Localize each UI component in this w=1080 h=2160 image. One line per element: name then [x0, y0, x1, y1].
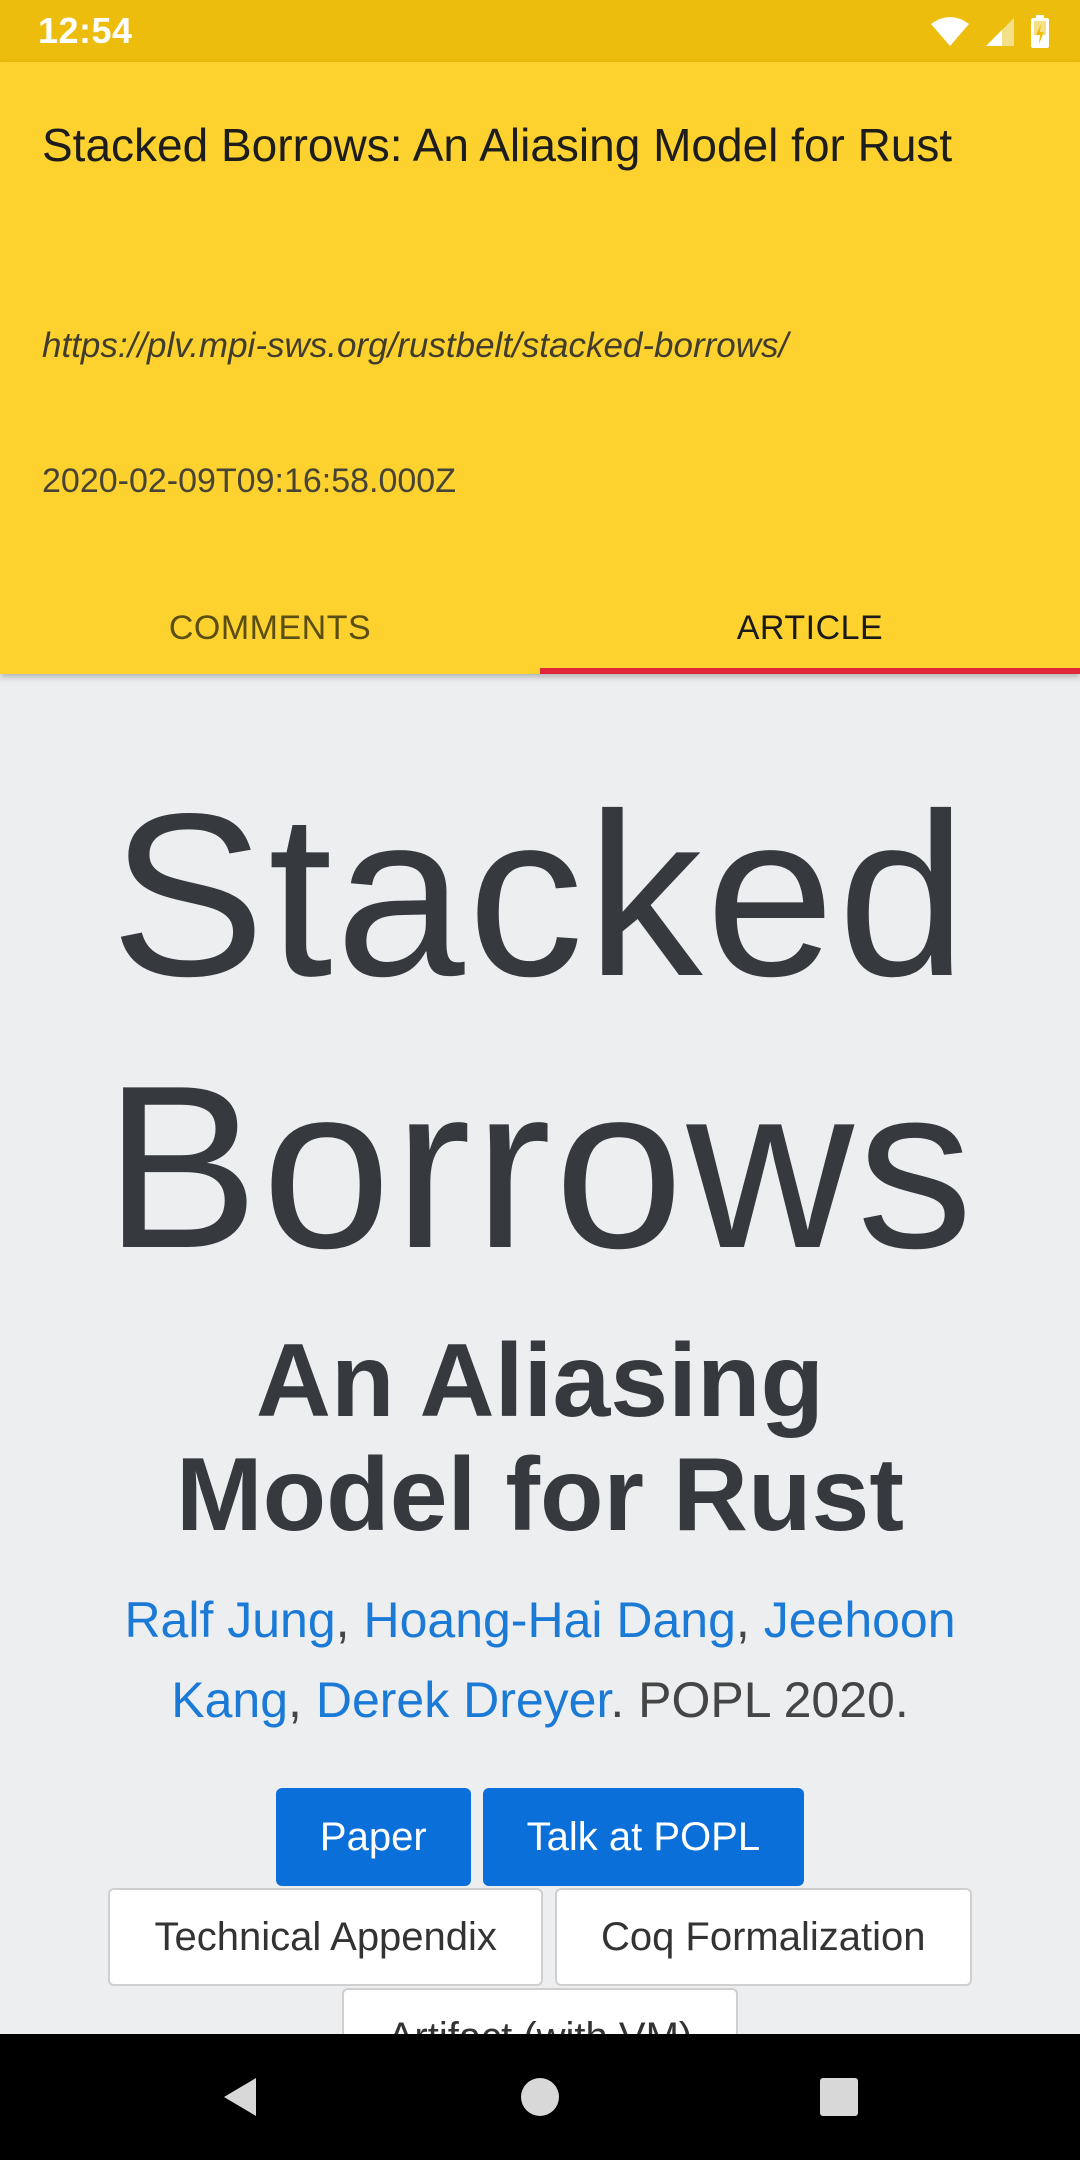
article-header: Stacked Borrows: An Aliasing Model for R…: [0, 62, 1080, 674]
coq-formalization-button[interactable]: Coq Formalization: [554, 1888, 972, 1986]
tab-bar: COMMENTS ARTICLE: [0, 582, 1080, 674]
artifact-button[interactable]: Artifact (with VM): [341, 1988, 739, 2034]
primary-button-row: Paper Talk at POPL: [0, 1788, 1080, 1886]
venue: . POPL 2020.: [610, 1672, 909, 1728]
home-icon[interactable]: [515, 2072, 565, 2122]
author-list: Ralf Jung, Hoang-Hai Dang, Jeehoon Kang,…: [100, 1580, 980, 1740]
article-date: 2020-02-09T09:16:58.000Z: [42, 462, 456, 500]
tab-comments[interactable]: COMMENTS: [0, 582, 540, 674]
author-link[interactable]: Hoang-Hai Dang: [363, 1592, 735, 1648]
article-url[interactable]: https://plv.mpi-sws.org/rustbelt/stacked…: [42, 326, 788, 366]
author-link[interactable]: Derek Dreyer: [316, 1672, 611, 1728]
talk-button[interactable]: Talk at POPL: [482, 1788, 805, 1886]
secondary-button-row: Technical Appendix Coq Formalization: [0, 1888, 1080, 1986]
battery-icon: [1031, 15, 1049, 48]
article-title: Stacked Borrows: An Aliasing Model for R…: [42, 119, 953, 171]
status-bar: 12:54: [0, 0, 1080, 62]
paper-subtitle: An Aliasing Model for Rust: [176, 1323, 904, 1553]
signal-icon: [986, 18, 1014, 46]
author-separator: ,: [288, 1672, 316, 1728]
author-separator: ,: [735, 1592, 764, 1648]
tab-indicator: [540, 668, 1080, 674]
paper-title: Stacked Borrows: [104, 766, 976, 1297]
paper-button[interactable]: Paper: [275, 1788, 471, 1886]
author-separator: ,: [335, 1592, 364, 1648]
tab-article[interactable]: ARTICLE: [540, 582, 1080, 674]
artifact-button-row: Artifact (with VM): [0, 1988, 1080, 2034]
status-time: 12:54: [38, 10, 133, 51]
technical-appendix-button[interactable]: Technical Appendix: [108, 1888, 543, 1986]
status-icons: [930, 12, 1050, 52]
navigation-bar: [0, 2034, 1080, 2160]
back-icon[interactable]: [216, 2072, 266, 2122]
article-webview[interactable]: Stacked Borrows An Aliasing Model for Ru…: [0, 674, 1080, 2034]
wifi-icon: [931, 17, 969, 46]
author-link[interactable]: Ralf Jung: [124, 1592, 335, 1648]
recents-icon[interactable]: [814, 2072, 864, 2122]
